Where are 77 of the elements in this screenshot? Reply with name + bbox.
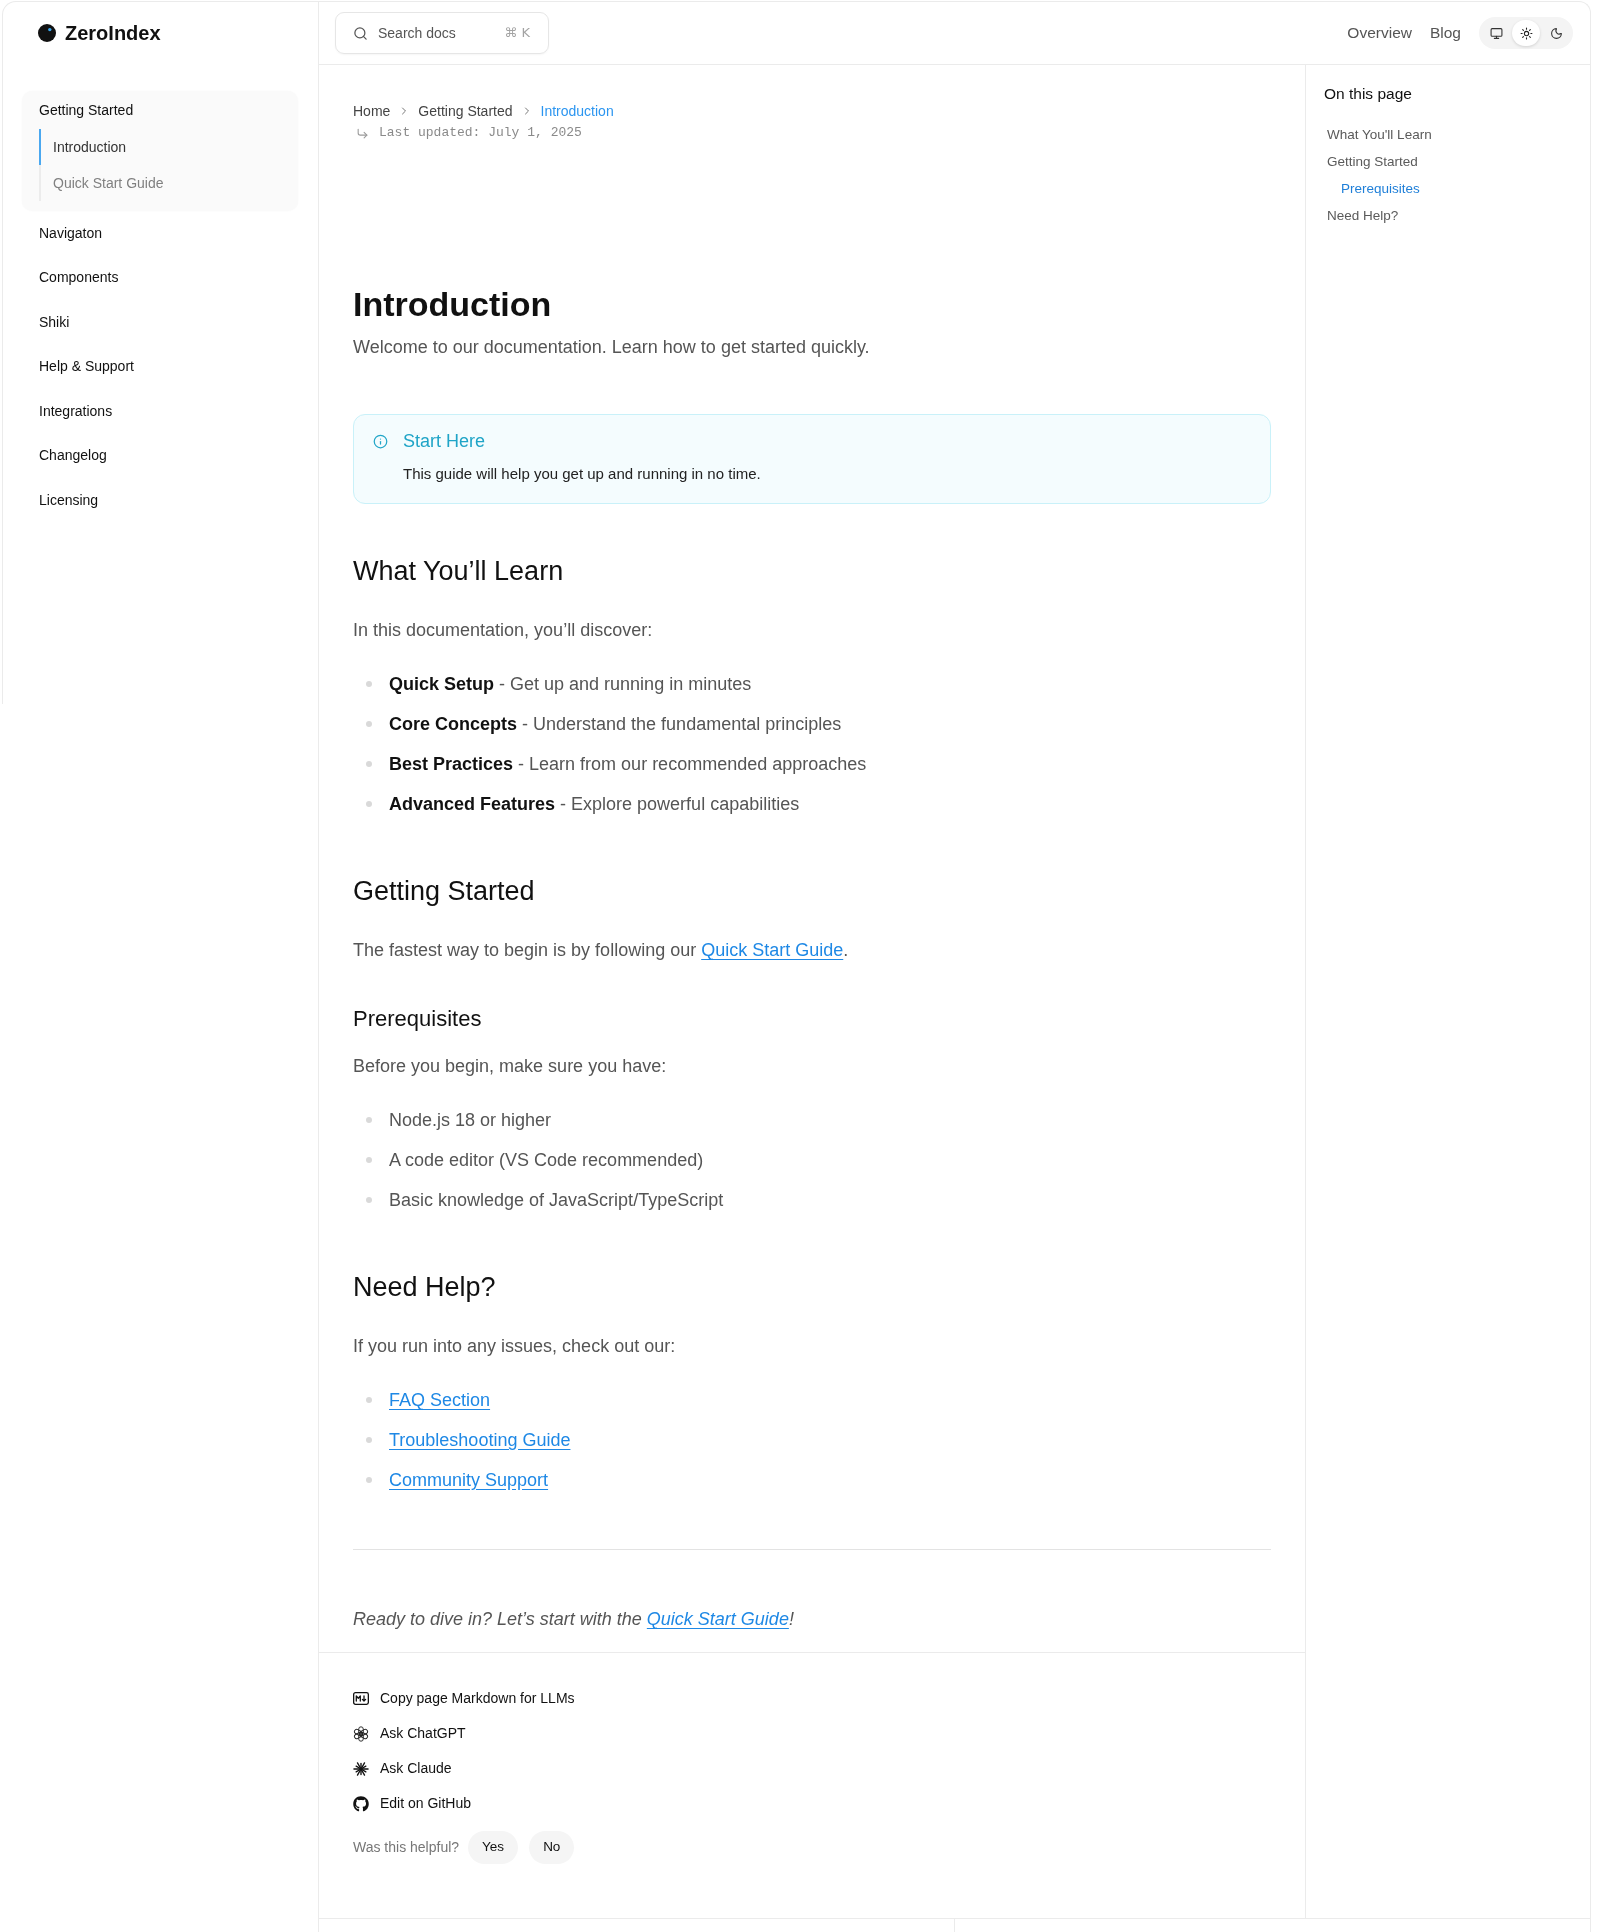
section-heading: Getting Started [353, 875, 536, 908]
bullet-icon [366, 1157, 372, 1163]
paragraph: The fastest way to begin is by following our Quick Start Guide. [353, 939, 850, 962]
moon-icon [1549, 26, 1563, 40]
feedback-button[interactable]: Yes [468, 1831, 519, 1864]
markdown-icon [353, 1692, 369, 1705]
brand-name: ZeroIndex [65, 21, 161, 46]
bullet-icon [366, 1477, 372, 1483]
bullet-icon [366, 1397, 372, 1403]
breadcrumb-link[interactable]: Getting Started [418, 100, 513, 122]
link[interactable]: Community Support [389, 1466, 549, 1494]
link[interactable]: Quick Start Guide [646, 1609, 789, 1629]
page-action-button[interactable]: Ask ChatGPT [353, 1723, 466, 1744]
sun-icon [1519, 26, 1533, 40]
info-icon [373, 433, 388, 449]
feedback-button[interactable]: No [529, 1831, 575, 1864]
nav-link[interactable]: Blog [1429, 21, 1461, 45]
sidebar-item[interactable]: Licensing [22, 478, 298, 523]
bullet-icon [366, 721, 372, 727]
list-item-text: Advanced Features - Explore powerful capabilities [389, 793, 800, 816]
logo-icon [38, 24, 56, 42]
shortcut-hint: ⌘ K [504, 24, 530, 43]
page-subtitle: Welcome to our documentation. Learn how to get started quickly. [353, 336, 871, 359]
monitor-icon [1489, 26, 1503, 40]
paragraph: If you run into any issues, check out our: [353, 1335, 677, 1358]
search-input[interactable]: Search docs [378, 22, 495, 44]
subsection-heading: Prerequisites [353, 1005, 483, 1033]
page-action-button[interactable]: Copy page Markdown for LLMs [353, 1688, 575, 1709]
search-icon [353, 25, 368, 41]
callout-text: This guide will help you get up and running in no time. [403, 464, 762, 484]
bullet-icon [366, 801, 372, 807]
sidebar-item[interactable]: Navigaton [22, 211, 298, 256]
link[interactable]: Quick Start Guide [701, 940, 844, 960]
theme-button[interactable] [1512, 20, 1540, 46]
toc-link[interactable]: Getting Started [1327, 152, 1418, 172]
bullet-icon [366, 1197, 372, 1203]
link[interactable]: Troubleshooting Guide [389, 1426, 571, 1454]
bullet-icon [366, 681, 372, 687]
sidebar-item[interactable]: Shiki [22, 300, 298, 345]
sidebar-subitem[interactable]: Introduction [39, 129, 281, 165]
bullet-icon [366, 1437, 372, 1443]
paragraph: Before you begin, make sure you have: [353, 1055, 668, 1078]
section-heading: What You’ll Learn [353, 555, 565, 588]
bullet-icon [366, 761, 372, 767]
breadcrumb-link[interactable]: Home [353, 100, 391, 122]
corner-arrow-icon [356, 126, 369, 140]
page-action-button[interactable]: Ask Claude [353, 1758, 452, 1779]
toc-link[interactable]: Need Help? [1327, 206, 1399, 226]
list-item-text: Node.js 18 or higher [389, 1109, 552, 1132]
list-item-text: Quick Setup - Get up and running in minutes [389, 673, 752, 696]
nav-link[interactable]: Overview [1347, 21, 1412, 45]
feedback-question: Was this helpful? [353, 1838, 460, 1857]
toc-link[interactable]: Prerequisites [1341, 179, 1420, 199]
toc-link[interactable]: What You'll Learn [1327, 125, 1432, 145]
closing-paragraph: Ready to dive in? Let’s start with the Quick Start Guide! [353, 1608, 795, 1631]
sidebar-item[interactable]: Integrations [22, 389, 298, 434]
list-item-text: Best Practices - Learn from our recommended approaches [389, 753, 867, 776]
sidebar-item[interactable]: Help & Support [22, 344, 298, 389]
bullet-icon [366, 1117, 372, 1123]
page-action-button[interactable]: Edit on GitHub [353, 1793, 472, 1814]
sidebar-item[interactable]: Getting Started [22, 91, 298, 129]
toc-title: On this page [1324, 84, 1413, 104]
sidebar-subitem[interactable]: Quick Start Guide [39, 165, 281, 201]
link[interactable]: FAQ Section [389, 1386, 491, 1414]
flower-icon [353, 1725, 369, 1742]
github-icon [353, 1795, 369, 1812]
section-heading: Need Help? [353, 1271, 497, 1304]
sidebar-item[interactable]: Components [22, 255, 298, 300]
sunburst-icon [353, 1760, 369, 1777]
last-updated-text: Last updated: July 1, 2025 [379, 124, 582, 143]
paragraph: In this documentation, you’ll discover: [353, 619, 654, 642]
sidebar-item[interactable]: Changelog [22, 433, 298, 478]
list-item-text: Basic knowledge of JavaScript/TypeScript [389, 1189, 724, 1212]
list-item-text: A code editor (VS Code recommended) [389, 1149, 704, 1172]
page-title: Introduction [353, 284, 553, 325]
callout-title: Start Here [403, 429, 486, 453]
list-item-text: Core Concepts - Understand the fundamental principles [389, 713, 842, 736]
